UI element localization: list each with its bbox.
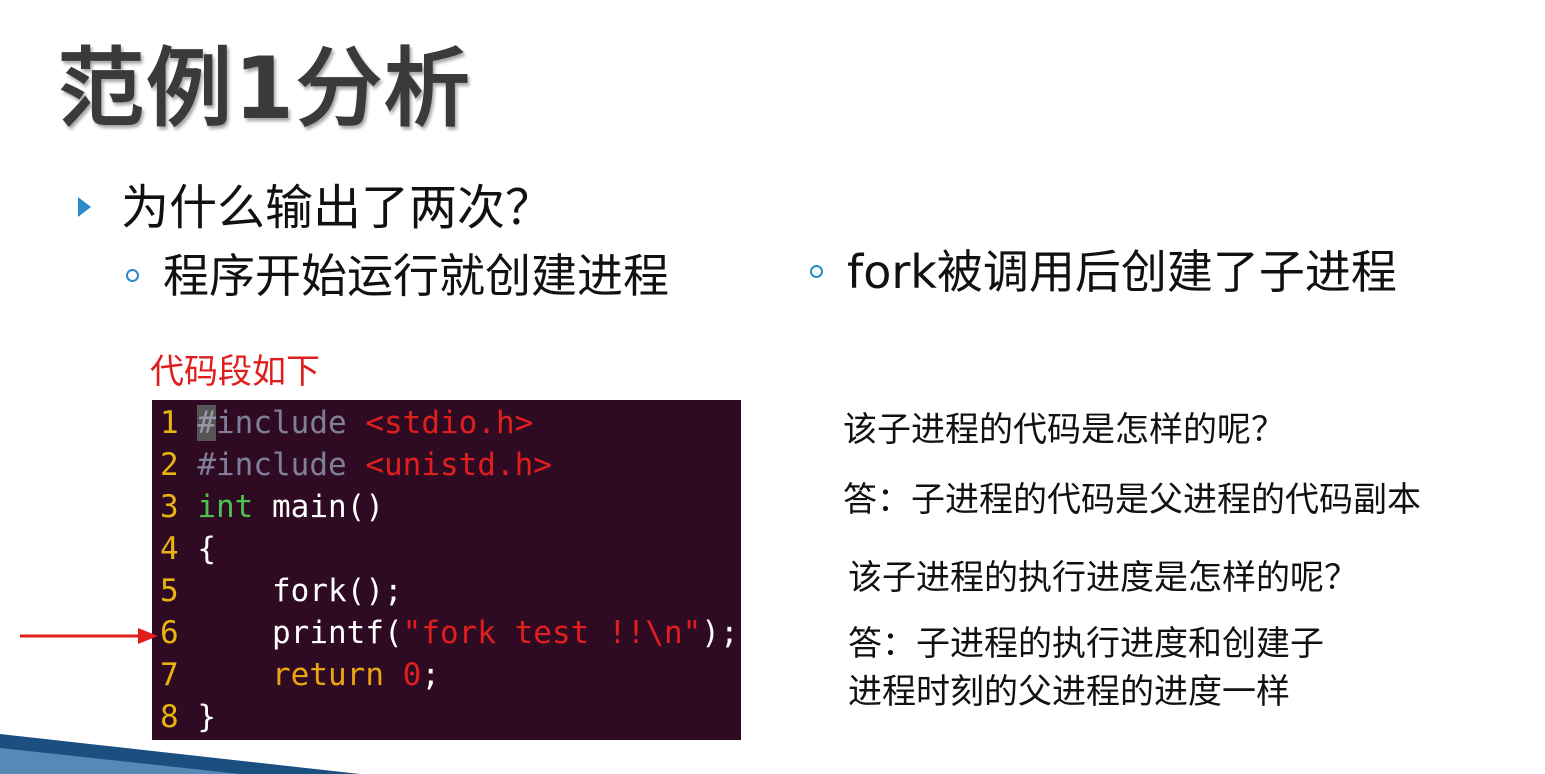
question-1: 该子进程的代码是怎样的呢？ xyxy=(843,410,1285,450)
answer-2-line-1: 答：子进程的执行进度和创建子 xyxy=(848,624,1324,664)
line-number: 5 xyxy=(160,573,179,609)
code-token: fork(); xyxy=(197,573,403,609)
code-label: 代码段如下 xyxy=(150,352,320,392)
code-token: # xyxy=(197,405,217,441)
sub-bullet-right: fork被调用后创建了子进程 xyxy=(810,236,1397,302)
code-token: "fork test !!\n" xyxy=(402,615,702,651)
sub-bullet-left: 程序开始运行就创建进程 xyxy=(126,240,669,306)
line-number: 7 xyxy=(160,657,179,693)
code-line: 2 #include <unistd.h> xyxy=(160,444,552,486)
main-bullet: 为什么输出了两次？ xyxy=(78,168,553,238)
line-number: 4 xyxy=(160,531,179,567)
circle-bullet-icon xyxy=(810,265,823,278)
answer-2-line-2: 进程时刻的父进程的进度一样 xyxy=(848,672,1290,712)
line-number: 8 xyxy=(160,699,179,735)
slide-title: 范例1分析 xyxy=(58,39,472,139)
circle-bullet-icon xyxy=(126,269,139,282)
code-token: include xyxy=(216,405,366,441)
sub-bullet-right-text: fork被调用后创建了子进程 xyxy=(847,245,1397,299)
code-token: ); xyxy=(701,615,739,651)
code-line: 5 fork(); xyxy=(160,570,403,612)
line-number: 3 xyxy=(160,489,179,525)
code-token: printf( xyxy=(197,615,403,651)
line-number: 6 xyxy=(160,615,179,651)
triangle-bullet-icon xyxy=(78,197,91,217)
code-line: 7 return 0; xyxy=(160,654,440,696)
code-line: 8 } xyxy=(160,696,216,738)
code-line: 1 #include <stdio.h> xyxy=(160,402,533,444)
code-token: { xyxy=(197,531,217,567)
corner-decoration xyxy=(0,734,360,774)
red-arrow-icon xyxy=(20,628,158,644)
code-token: <stdio.h> xyxy=(365,405,534,441)
line-number: 2 xyxy=(160,447,179,483)
code-line: 3 int main() xyxy=(160,486,384,528)
code-token: ; xyxy=(421,657,440,693)
line-number: 1 xyxy=(160,405,179,441)
code-token: } xyxy=(197,699,217,735)
code-line: 4 { xyxy=(160,528,216,570)
answer-1: 答：子进程的代码是父进程的代码副本 xyxy=(843,480,1421,520)
code-token: <unistd.h> xyxy=(365,447,552,483)
code-block: 1 #include <stdio.h> 2 #include <unistd.h… xyxy=(152,400,741,740)
main-bullet-text: 为什么输出了两次？ xyxy=(121,180,554,236)
code-token: return xyxy=(272,657,384,693)
code-line: 6 printf("fork test !!\n"); xyxy=(160,612,739,654)
code-token: int xyxy=(197,489,254,525)
code-token: 0 xyxy=(402,657,422,693)
code-token: main() xyxy=(253,489,384,525)
code-token: #include xyxy=(197,447,366,483)
question-2: 该子进程的执行进度是怎样的呢？ xyxy=(848,558,1358,598)
sub-bullet-left-text: 程序开始运行就创建进程 xyxy=(163,249,669,303)
